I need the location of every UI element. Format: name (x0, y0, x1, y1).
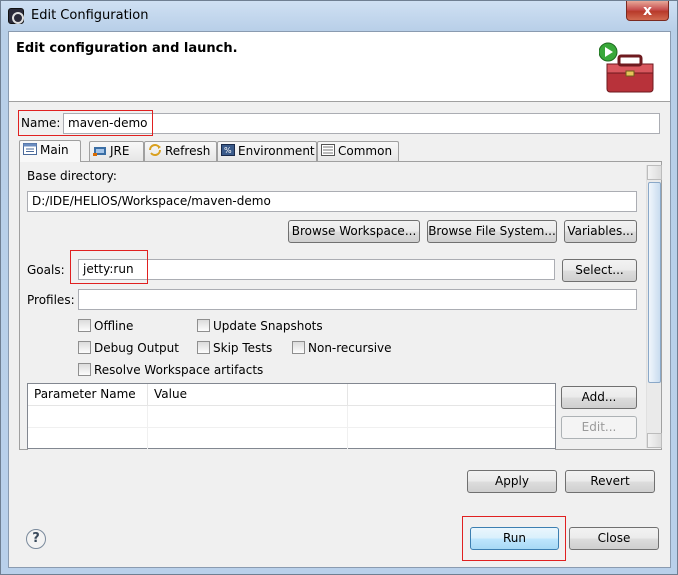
non-recursive-checkbox-box (292, 341, 305, 354)
table-row[interactable] (28, 428, 555, 450)
skip-tests-checkbox[interactable]: Skip Tests (197, 341, 272, 355)
eclipse-app-icon (8, 8, 24, 24)
tab-main-label: Main (40, 143, 69, 157)
parameters-table: Parameter Name Value (27, 383, 556, 450)
column-header-empty (348, 384, 555, 406)
tab-common[interactable]: Common (317, 141, 399, 161)
common-icon (321, 144, 335, 156)
offline-label: Offline (94, 319, 134, 333)
profiles-input[interactable] (78, 289, 637, 310)
table-cell (148, 428, 348, 450)
column-header-value[interactable]: Value (148, 384, 348, 406)
name-row: Name: maven-demo (18, 110, 661, 136)
base-directory-value: D:/IDE/HELIOS/Workspace/maven-demo (32, 194, 271, 208)
window-close-button[interactable]: x (626, 1, 669, 21)
debug-output-checkbox[interactable]: Debug Output (78, 341, 179, 355)
goals-input[interactable]: jetty:run (78, 259, 555, 280)
scroll-up-arrow-icon[interactable] (647, 165, 662, 180)
non-recursive-label: Non-recursive (308, 341, 392, 355)
browse-workspace-button[interactable]: Browse Workspace... (288, 220, 420, 243)
resolve-workspace-label: Resolve Workspace artifacts (94, 363, 264, 377)
skip-tests-checkbox-box (197, 341, 210, 354)
environment-icon: % (221, 144, 235, 156)
window-title: Edit Configuration (31, 8, 149, 23)
add-parameter-button[interactable]: Add... (561, 386, 637, 409)
help-icon[interactable]: ? (26, 529, 46, 549)
title-bar: Edit Configuration x (1, 1, 677, 31)
panel-vertical-scrollbar[interactable] (646, 165, 662, 448)
column-header-parameter-name[interactable]: Parameter Name (28, 384, 148, 406)
edit-parameter-button: Edit... (561, 416, 637, 439)
table-cell (28, 428, 148, 450)
tab-environment[interactable]: % Environment (217, 141, 317, 161)
non-recursive-checkbox[interactable]: Non-recursive (292, 341, 392, 355)
header-title: Edit configuration and launch. (16, 41, 238, 56)
tab-common-label: Common (338, 144, 393, 158)
update-snapshots-label: Update Snapshots (213, 319, 323, 333)
apply-button[interactable]: Apply (467, 470, 557, 493)
offline-checkbox-box (78, 319, 91, 332)
main-tab-panel: Base directory: D:/IDE/HELIOS/Workspace/… (19, 161, 662, 450)
table-row[interactable] (28, 406, 555, 428)
browse-file-system-button[interactable]: Browse File System... (427, 220, 557, 243)
dialog-client-area: Edit configuration and launch. Name: mav… (8, 31, 671, 568)
tab-environment-label: Environment (238, 144, 315, 158)
edit-configuration-window: Edit Configuration x Edit configuration … (0, 0, 678, 575)
tab-refresh-label: Refresh (165, 144, 211, 158)
tab-jre[interactable]: JRE (89, 141, 144, 161)
name-highlight-box (18, 110, 153, 136)
update-snapshots-checkbox[interactable]: Update Snapshots (197, 319, 323, 333)
dialog-header: Edit configuration and launch. (9, 32, 670, 102)
refresh-icon (149, 144, 161, 156)
run-highlight-box (462, 516, 566, 561)
scroll-down-arrow-icon[interactable] (647, 433, 662, 448)
tab-jre-label: JRE (110, 144, 130, 158)
profiles-label: Profiles: (27, 293, 75, 307)
select-goals-button[interactable]: Select... (562, 259, 637, 282)
debug-output-checkbox-box (78, 341, 91, 354)
jre-icon (93, 147, 106, 156)
revert-button[interactable]: Revert (565, 470, 655, 493)
tab-refresh[interactable]: Refresh (144, 141, 217, 161)
update-snapshots-checkbox-box (197, 319, 210, 332)
tab-main[interactable]: Main (19, 140, 81, 162)
main-tab-icon (23, 143, 37, 155)
table-cell (28, 406, 148, 428)
base-directory-input[interactable]: D:/IDE/HELIOS/Workspace/maven-demo (27, 191, 637, 212)
base-directory-label: Base directory: (27, 169, 117, 183)
resolve-workspace-checkbox[interactable]: Resolve Workspace artifacts (78, 363, 263, 377)
goals-highlight-box (70, 250, 148, 284)
offline-checkbox[interactable]: Offline (78, 319, 133, 333)
resolve-workspace-checkbox-box (78, 363, 91, 376)
skip-tests-label: Skip Tests (213, 341, 273, 355)
svg-text:%: % (224, 146, 232, 155)
debug-output-label: Debug Output (94, 341, 179, 355)
table-cell (148, 406, 348, 428)
toolbox-run-icon (599, 42, 654, 93)
variables-button[interactable]: Variables... (564, 220, 637, 243)
scrollbar-thumb[interactable] (648, 182, 661, 383)
goals-label: Goals: (27, 263, 65, 277)
close-button[interactable]: Close (569, 527, 659, 550)
